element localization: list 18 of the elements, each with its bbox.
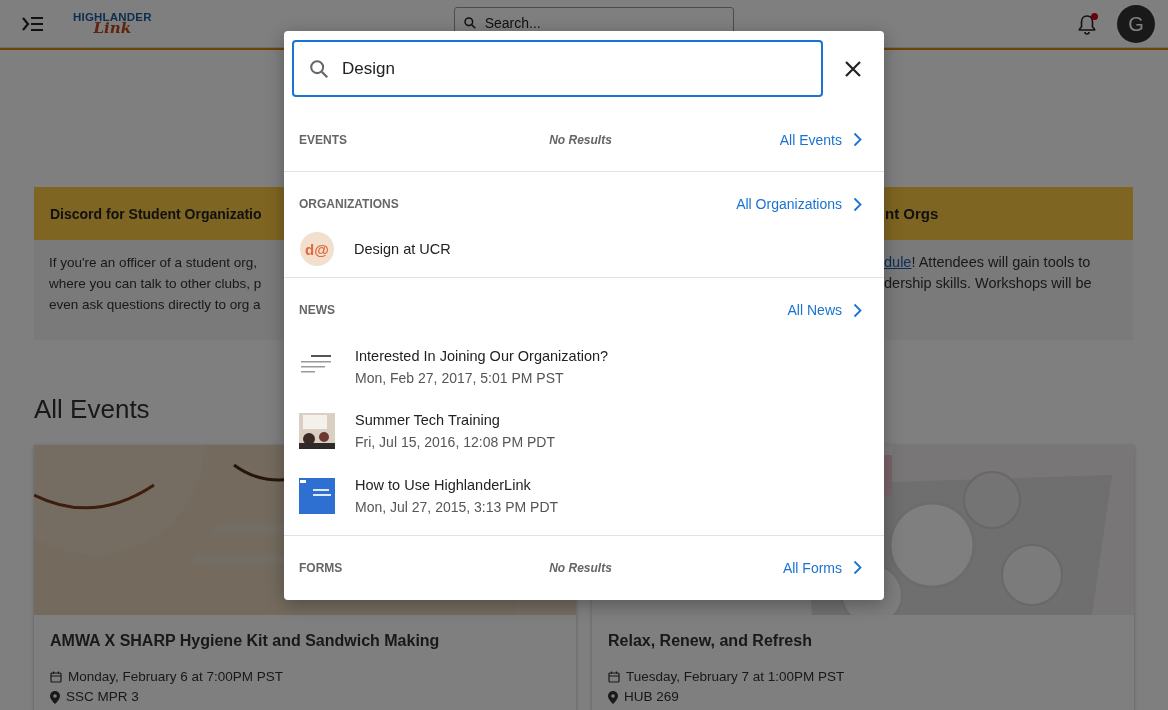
event-location: HUB 269 (624, 688, 679, 706)
no-results-text: No Results (549, 132, 612, 147)
section-label: NEWS (299, 303, 336, 317)
announcement-text: dership skills. Workshops will be (884, 275, 1092, 291)
event-date: Monday, February 6 at 7:00PM PST (68, 668, 284, 686)
event-date: Tuesday, February 7 at 1:00PM PST (626, 668, 845, 686)
section-label: EVENTS (299, 132, 348, 147)
announcement-text: If you're an officer of a student org, (49, 254, 258, 272)
announcement-title: Discord for Student Organizatio (49, 205, 263, 222)
organization-logo: d@ (300, 232, 334, 266)
section-heading: All Events (34, 394, 150, 424)
section-label: ORGANIZATIONS (299, 197, 400, 211)
announcement-text: even ask questions directly to org a (49, 296, 262, 314)
announcement-text: where you can talk to other clubs, p (49, 275, 263, 293)
news-date: Mon, Feb 27, 2017, 5:01 PM PST (355, 369, 565, 388)
event-location: SSC MPR 3 (66, 688, 139, 706)
announcement-title: nt Orgs (884, 205, 940, 222)
announcement-text: ! Attendees will gain tools to (911, 254, 1091, 270)
